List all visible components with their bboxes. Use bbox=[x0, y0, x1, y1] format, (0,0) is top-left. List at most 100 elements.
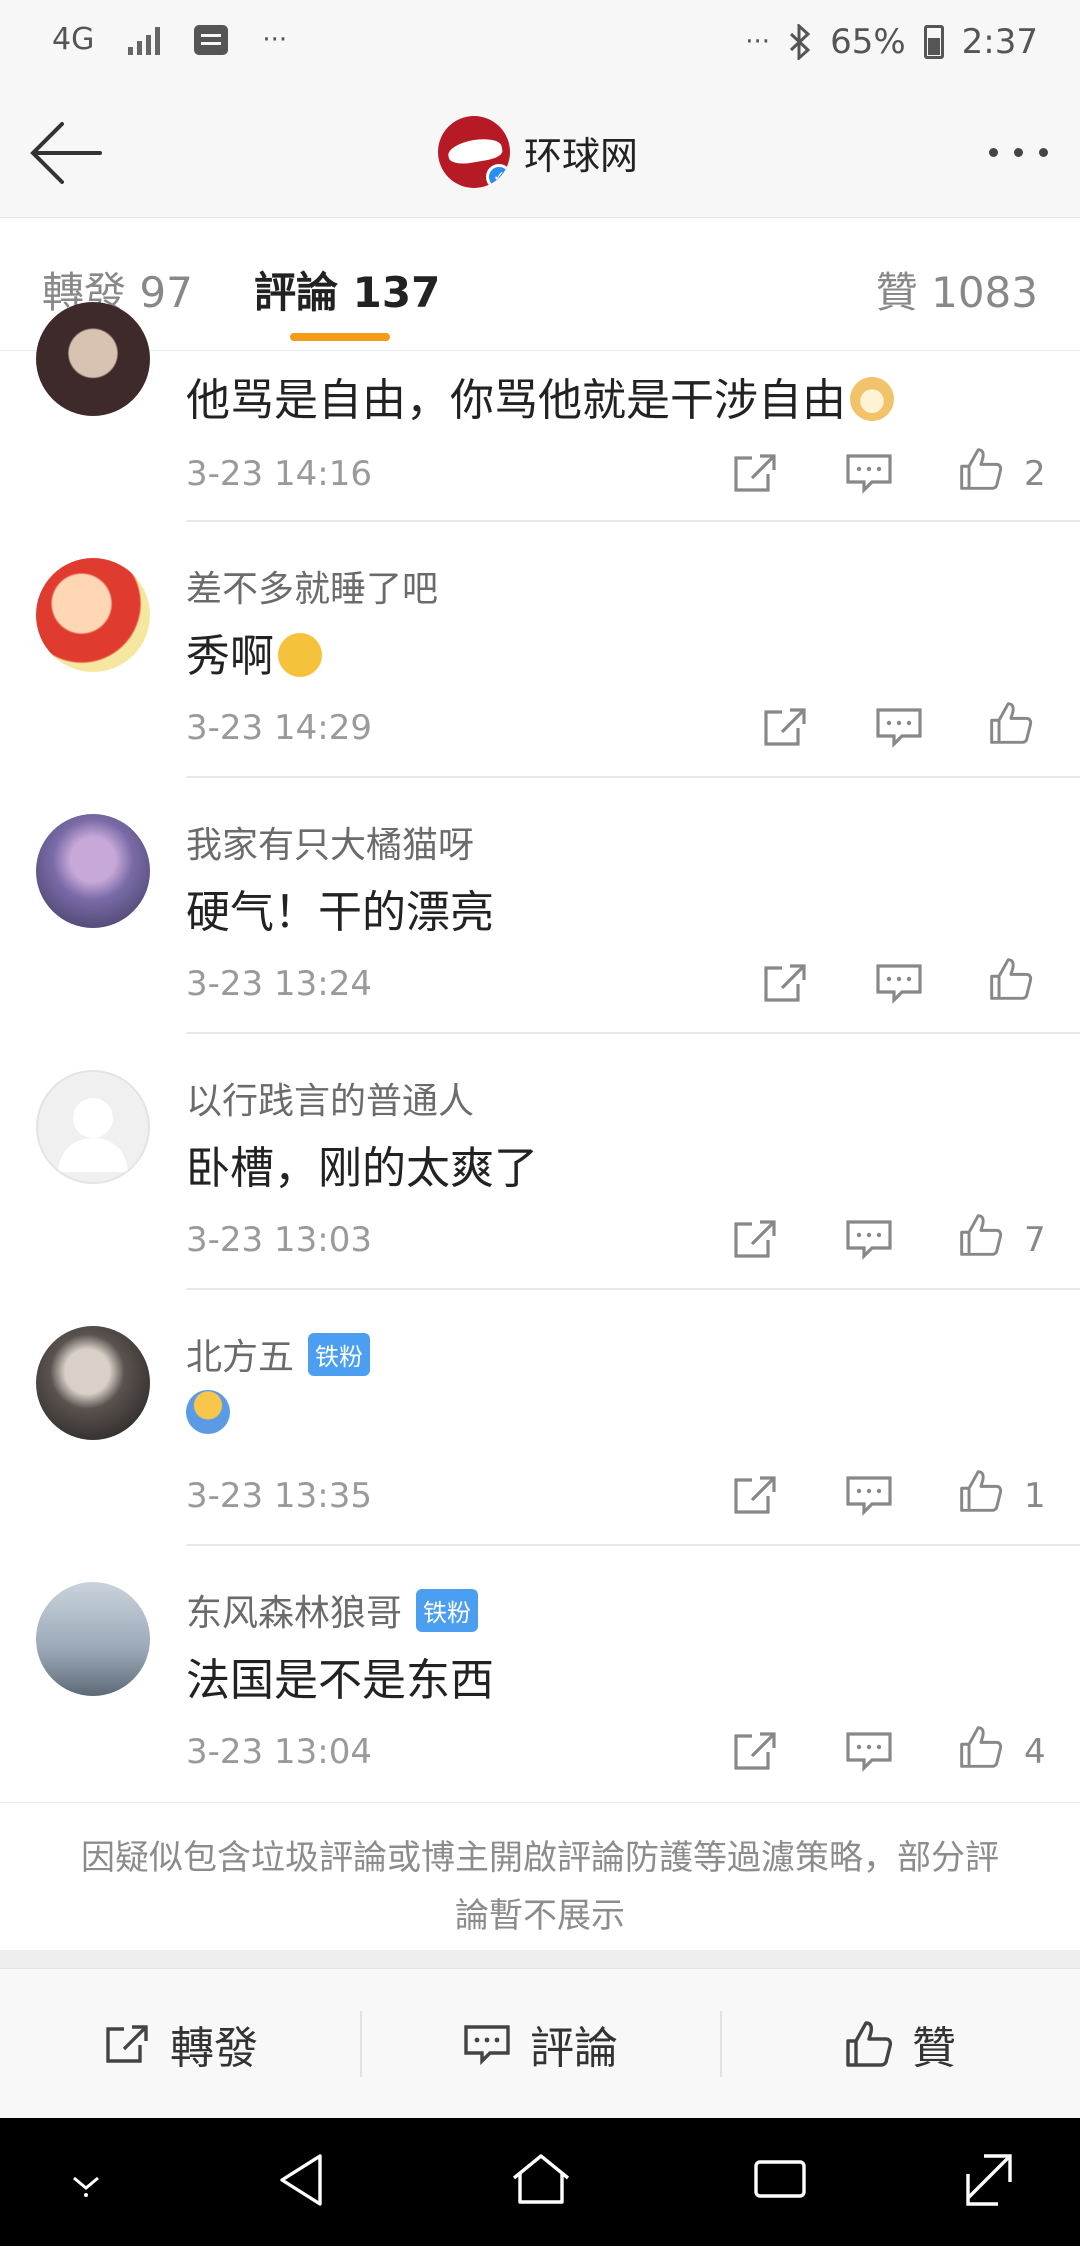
comment-icon[interactable] bbox=[844, 1728, 894, 1774]
comment-icon[interactable] bbox=[874, 960, 924, 1006]
like-count: 4 bbox=[1024, 1732, 1046, 1772]
status-more-right: ··· bbox=[745, 27, 771, 57]
repost-icon[interactable] bbox=[730, 1472, 780, 1518]
comment-item: 东风森林狼哥 铁粉 法国是不是东西 3-23 13:04 4 bbox=[0, 1546, 1080, 1802]
signal-icon bbox=[128, 25, 161, 55]
like-count: 1 bbox=[1024, 1476, 1046, 1516]
comment-item: 以行践言的普通人 卧槽，刚的太爽了 3-23 13:03 7 bbox=[0, 1034, 1080, 1290]
expand-screen-icon[interactable] bbox=[964, 2152, 1014, 2208]
app-header: ✓ 环球网 bbox=[0, 90, 1080, 218]
like-icon[interactable] bbox=[986, 700, 1036, 746]
comment-text: 法国是不是东西 bbox=[186, 1655, 494, 1706]
comment-item: 他骂是自由，你骂他就是干涉自由 3-23 14:16 2 bbox=[0, 302, 1080, 522]
comment-time: 3-23 13:04 bbox=[186, 1732, 372, 1772]
section-divider bbox=[0, 1950, 1080, 1968]
clock: 2:37 bbox=[961, 22, 1038, 62]
comment-item: 差不多就睡了吧 秀啊 3-23 14:29 bbox=[0, 522, 1080, 778]
comment-button[interactable]: 評論 bbox=[360, 1969, 720, 2118]
account-avatar: ✓ bbox=[438, 116, 510, 188]
filter-notice: 因疑似包含垃圾評論或博主開啟評論防護等過濾策略，部分評論暫不展示 bbox=[0, 1802, 1080, 1950]
comment-username[interactable]: 我家有只大橘猫呀 bbox=[186, 816, 474, 868]
sleepy-emoji-icon bbox=[278, 633, 322, 677]
repost-button[interactable]: 轉發 bbox=[0, 1969, 360, 2118]
repost-icon[interactable] bbox=[760, 960, 810, 1006]
repost-icon[interactable] bbox=[730, 450, 780, 496]
chevron-down-icon[interactable] bbox=[66, 2168, 106, 2198]
repost-icon[interactable] bbox=[730, 1216, 780, 1262]
comment-icon[interactable] bbox=[844, 450, 894, 496]
comment-icon bbox=[464, 2024, 510, 2065]
bluetooth-icon bbox=[790, 24, 811, 60]
shrug-emoji-icon bbox=[186, 1390, 230, 1434]
repost-icon[interactable] bbox=[730, 1728, 780, 1774]
comment-text: 他骂是自由，你骂他就是干涉自由 bbox=[186, 364, 894, 428]
avatar[interactable] bbox=[36, 814, 150, 928]
fan-badge: 铁粉 bbox=[416, 1588, 479, 1632]
comment-item: 北方五 铁粉 3-23 13:35 1 bbox=[0, 1290, 1080, 1546]
comment-username[interactable]: 北方五 铁粉 bbox=[186, 1328, 371, 1380]
avatar[interactable] bbox=[36, 1326, 150, 1440]
comment-username[interactable]: 以行践言的普通人 bbox=[186, 1072, 474, 1124]
comment-text: 硬气！干的漂亮 bbox=[186, 887, 494, 938]
bottom-toolbar: 轉發 評論 贊 bbox=[0, 1968, 1080, 2118]
like-icon[interactable] bbox=[986, 956, 1036, 1002]
battery-percent: 65% bbox=[830, 22, 906, 62]
comment-time: 3-23 13:03 bbox=[186, 1220, 372, 1260]
dog-emoji-icon bbox=[850, 377, 894, 421]
like-icon[interactable] bbox=[956, 1212, 1006, 1258]
repost-icon[interactable] bbox=[760, 704, 810, 750]
comment-text: 秀啊 bbox=[186, 620, 322, 684]
repost-icon bbox=[106, 2024, 148, 2063]
tab-comments[interactable]: 評論 137 bbox=[254, 259, 440, 320]
comment-icon[interactable] bbox=[874, 704, 924, 750]
comment-item: 我家有只大橘猫呀 硬气！干的漂亮 3-23 13:24 bbox=[0, 778, 1080, 1034]
tab-likes[interactable]: 贊 1083 bbox=[876, 259, 1038, 320]
comment-username[interactable]: 东风森林狼哥 铁粉 bbox=[186, 1584, 479, 1636]
network-label: 4G bbox=[52, 22, 95, 57]
status-more-left: ··· bbox=[262, 24, 288, 55]
comment-icon[interactable] bbox=[844, 1216, 894, 1262]
home-icon[interactable] bbox=[510, 2152, 572, 2208]
comment-time: 3-23 13:24 bbox=[186, 964, 372, 1004]
comment-time: 3-23 14:29 bbox=[186, 708, 372, 748]
comment-username[interactable]: 差不多就睡了吧 bbox=[186, 560, 438, 612]
avatar[interactable] bbox=[36, 302, 150, 416]
comment-text-content: 秀啊 bbox=[186, 631, 274, 682]
like-button[interactable]: 贊 bbox=[720, 1969, 1080, 2118]
more-options-icon[interactable] bbox=[989, 148, 1048, 157]
tab-bar: 轉發 97 評論 137 贊 1083 bbox=[0, 219, 1080, 351]
account-name: 环球网 bbox=[524, 133, 639, 178]
default-avatar[interactable] bbox=[36, 1070, 150, 1184]
like-icon[interactable] bbox=[956, 446, 1006, 492]
back-arrow-icon[interactable] bbox=[28, 120, 104, 186]
like-count: 2 bbox=[1024, 454, 1046, 494]
comment-time: 3-23 13:35 bbox=[186, 1476, 372, 1516]
like-icon[interactable] bbox=[956, 1724, 1006, 1770]
recent-apps-icon[interactable] bbox=[752, 2152, 808, 2204]
username-text: 东风森林狼哥 bbox=[186, 1593, 403, 1634]
comment-label: 評論 bbox=[530, 2022, 618, 2074]
avatar[interactable] bbox=[36, 1582, 150, 1696]
status-bar: 4G ··· ··· 65% 2:37 bbox=[0, 0, 1080, 90]
verified-icon: ✓ bbox=[486, 164, 510, 188]
account-title[interactable]: ✓ 环球网 bbox=[438, 116, 638, 188]
comment-text-content: 他骂是自由，你骂他就是干涉自由 bbox=[186, 375, 846, 426]
system-nav-bar bbox=[0, 2118, 1080, 2246]
user-silhouette-icon bbox=[58, 1098, 128, 1172]
comment-text: 卧槽，刚的太爽了 bbox=[186, 1143, 538, 1194]
like-icon[interactable] bbox=[956, 1468, 1006, 1514]
like-icon bbox=[846, 2020, 893, 2067]
active-tab-indicator bbox=[290, 333, 390, 341]
username-text: 北方五 bbox=[186, 1337, 295, 1378]
back-triangle-icon[interactable] bbox=[276, 2152, 326, 2208]
fan-badge: 铁粉 bbox=[308, 1332, 371, 1376]
avatar[interactable] bbox=[36, 558, 150, 672]
message-icon bbox=[194, 24, 229, 55]
comment-icon[interactable] bbox=[844, 1472, 894, 1518]
like-label: 贊 bbox=[912, 2022, 956, 2074]
repost-label: 轉發 bbox=[170, 2022, 258, 2074]
comment-time: 3-23 14:16 bbox=[186, 454, 372, 494]
like-count: 7 bbox=[1024, 1220, 1046, 1260]
battery-icon bbox=[923, 25, 944, 59]
comment-text bbox=[186, 1388, 230, 1439]
